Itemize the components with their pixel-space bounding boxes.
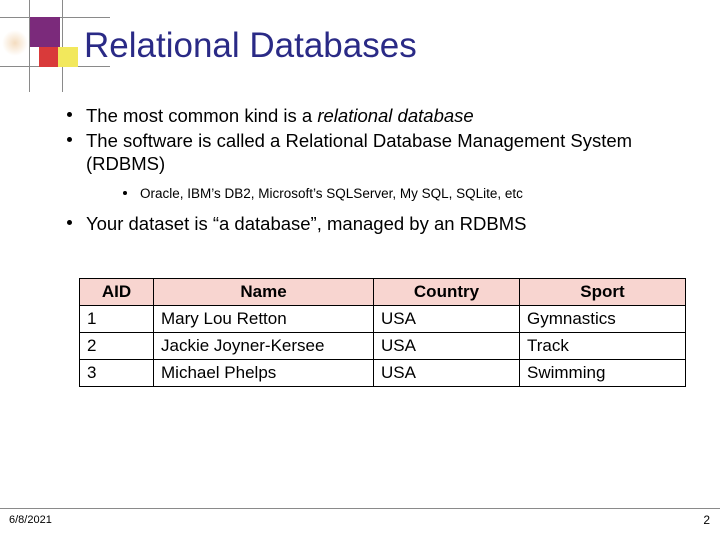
deco-line-vertical-right	[62, 0, 63, 92]
footer-page-number: 2	[703, 513, 710, 527]
deco-square-purple	[30, 17, 60, 47]
athletes-table-wrapper: AID Name Country Sport 1 Mary Lou Retton…	[79, 278, 686, 387]
column-header-name: Name	[153, 278, 374, 306]
cell-sport: Swimming	[519, 359, 686, 387]
bullet-item: The software is called a Relational Data…	[56, 129, 676, 176]
slide-title: Relational Databases	[84, 26, 417, 65]
bullet-dot-icon	[67, 112, 72, 117]
column-header-sport: Sport	[519, 278, 686, 306]
footer-date: 6/8/2021	[9, 514, 52, 526]
bullet-text: Your dataset is “a database”, managed by…	[86, 212, 527, 234]
athletes-table: AID Name Country Sport 1 Mary Lou Retton…	[79, 278, 686, 387]
bullet-dot-icon	[123, 191, 127, 196]
footer-divider	[0, 508, 720, 509]
table-row: 2 Jackie Joyner-Kersee USA Track	[79, 332, 686, 360]
cell-aid: 3	[79, 359, 154, 387]
table-row: 3 Michael Phelps USA Swimming	[79, 359, 686, 387]
bullet-dot-icon	[67, 219, 72, 225]
table-header-row: AID Name Country Sport	[79, 278, 686, 306]
cell-country: USA	[373, 332, 520, 360]
cell-name: Jackie Joyner-Kersee	[153, 332, 374, 360]
slide: Relational Databases The most common kin…	[0, 0, 720, 540]
cell-name: Mary Lou Retton	[153, 305, 374, 333]
bullet-item: The most common kind is a relational dat…	[56, 104, 676, 128]
column-header-country: Country	[373, 278, 520, 306]
bullet-text: The software is called a Relational Data…	[86, 129, 633, 175]
deco-square-red	[39, 47, 58, 67]
column-header-aid: AID	[79, 278, 154, 306]
bullet-dot-icon	[67, 136, 72, 142]
cell-sport: Gymnastics	[519, 305, 686, 333]
sub-bullet-item: Oracle, IBM’s DB2, Microsoft’s SQLServer…	[56, 185, 676, 203]
sub-bullet-text: Oracle, IBM’s DB2, Microsoft’s SQLServer…	[140, 186, 523, 202]
cell-aid: 2	[79, 332, 154, 360]
slide-body: The most common kind is a relational dat…	[56, 104, 676, 236]
cell-sport: Track	[519, 332, 686, 360]
table-header: AID Name Country Sport	[79, 278, 686, 306]
cell-country: USA	[373, 305, 520, 333]
glow-accent	[2, 30, 28, 56]
deco-square-yellow	[58, 47, 78, 67]
cell-name: Michael Phelps	[153, 359, 374, 387]
cell-aid: 1	[79, 305, 154, 333]
cell-country: USA	[373, 359, 520, 387]
bullet-item: Your dataset is “a database”, managed by…	[56, 212, 676, 236]
bullet-text-italic: relational database	[317, 105, 474, 126]
table-row: 1 Mary Lou Retton USA Gymnastics	[79, 305, 686, 333]
table-body: 1 Mary Lou Retton USA Gymnastics 2 Jacki…	[79, 305, 686, 387]
bullet-text: The most common kind is a	[86, 105, 318, 126]
